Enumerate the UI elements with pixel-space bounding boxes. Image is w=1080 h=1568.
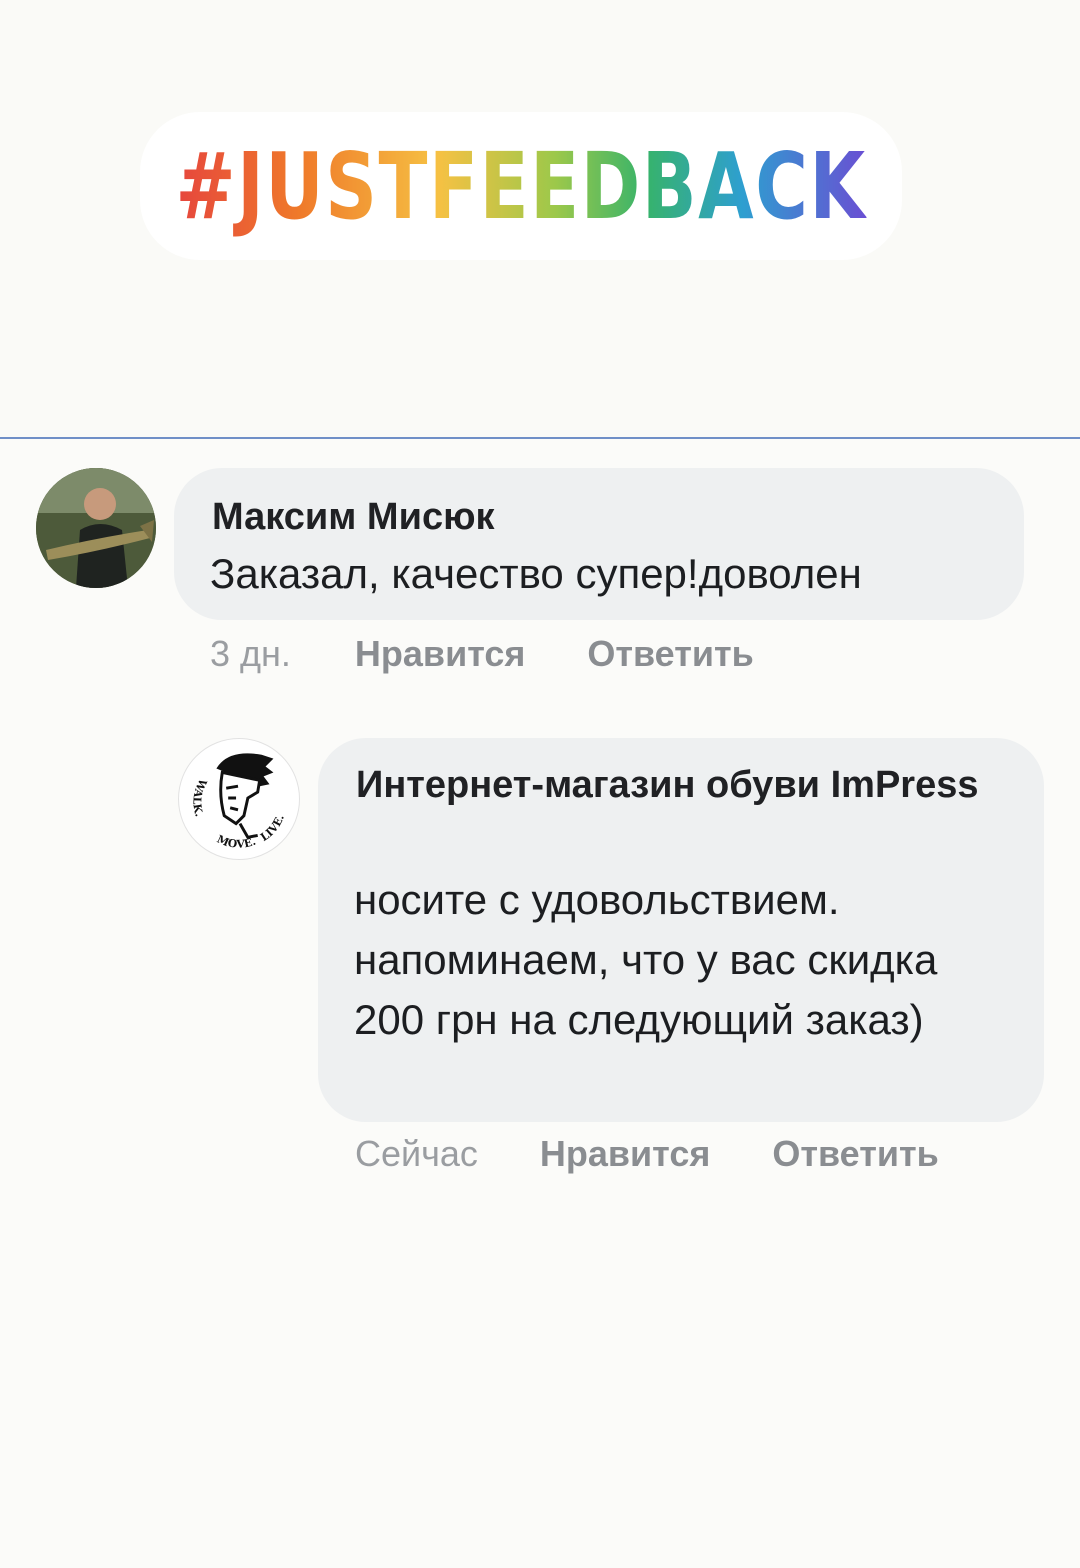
comment-text: носите с удовольствием. напоминаем, что … [354, 876, 938, 1043]
like-button[interactable]: Нравится [355, 634, 525, 674]
comment-time: Сейчас [355, 1133, 478, 1174]
avatar[interactable] [36, 468, 156, 588]
reply-button[interactable]: Ответить [772, 1134, 938, 1174]
user-photo-avatar-icon [36, 468, 156, 588]
hashtag-sticker[interactable]: #JUSTFEEDBACK [140, 112, 902, 260]
comment-actions: Сейчас Нравится Ответить [355, 1134, 939, 1174]
comment-bubble: Максим Мисюк Заказал, качество супер!дов… [174, 468, 1024, 620]
comment-author[interactable]: Максим Мисюк [212, 494, 495, 540]
comment-bubble: Интернет-магазин обуви ImPress носите с … [318, 738, 1044, 1122]
reply-button[interactable]: Ответить [587, 634, 753, 674]
comment-time: 3 дн. [210, 633, 291, 674]
divider-line [0, 437, 1080, 439]
comment-text: Заказал, качество супер!доволен [210, 550, 862, 597]
story-header: #JUSTFEEDBACK [0, 0, 1080, 438]
like-button[interactable]: Нравится [540, 1134, 710, 1174]
avatar[interactable]: WALK. MOVE. LIVE. [178, 738, 300, 860]
brand-logo-avatar-icon: WALK. MOVE. LIVE. [181, 741, 297, 857]
hashtag-text: #JUSTFEEDBACK [175, 132, 867, 240]
comment-author[interactable]: Интернет-магазин обуви ImPress [356, 762, 996, 808]
comment-actions: 3 дн. Нравится Ответить [210, 634, 754, 674]
